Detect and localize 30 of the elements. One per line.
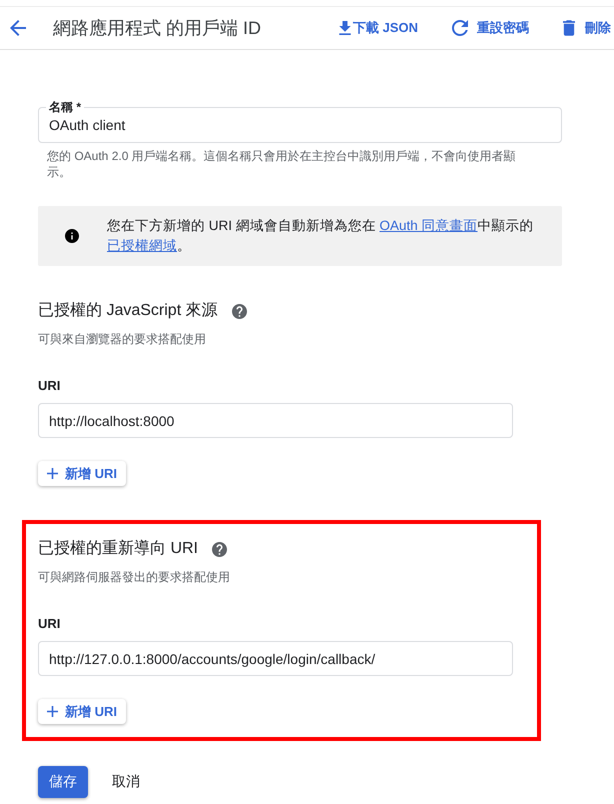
download-icon — [338, 21, 351, 35]
delete-button[interactable]: 刪除 — [563, 19, 611, 37]
text-link[interactable]: OAuth 同意畫面 — [380, 218, 478, 233]
section-subtitle: 可與來自瀏覽器的要求搭配使用 — [38, 331, 206, 347]
plus-icon — [47, 706, 58, 717]
trash-icon — [563, 20, 575, 36]
field-label: URI — [38, 378, 60, 394]
field-label: URI — [38, 616, 60, 632]
cancel-button[interactable]: 取消 — [112, 773, 140, 791]
info-text: 您在下方新增的 URI 網域會自動新增為您在 OAuth 同意畫面中顯示的 已授權網域。 — [107, 217, 535, 255]
back-arrow-icon[interactable] — [10, 20, 26, 36]
text-link[interactable]: 已授權網域 — [107, 238, 177, 253]
refresh-icon — [452, 20, 468, 36]
uri-field[interactable]: http://127.0.0.1:8000/accounts/google/login/callback/ — [38, 641, 513, 676]
add-uri-button[interactable]: 新增 URI — [38, 461, 126, 486]
section-title: 已授權的重新導向 URI — [38, 538, 198, 559]
reset-secret-button[interactable]: 重設密碼 — [452, 19, 529, 37]
page-title: 網路應用程式 的用戶端 ID — [53, 17, 262, 40]
add-uri-button[interactable]: 新增 URI — [38, 699, 126, 724]
helper-text: 您的 OAuth 2.0 用戶端名稱。這個名稱只會用於在主控台中識別用戶端，不會向使用者顯示。 — [47, 148, 517, 180]
plus-icon — [47, 468, 58, 479]
info-icon — [65, 229, 79, 243]
save-button[interactable]: 儲存 — [38, 766, 88, 798]
download-button[interactable]: 下載 JSON — [338, 19, 418, 37]
field-label: 名稱 * — [46, 100, 84, 114]
section-subtitle: 可與網路伺服器發出的要求搭配使用 — [38, 569, 230, 585]
help-icon[interactable] — [232, 304, 247, 318]
help-icon[interactable] — [212, 542, 227, 556]
section-title: 已授權的 JavaScript 來源 — [38, 300, 218, 321]
uri-field[interactable]: http://localhost:8000 — [38, 403, 513, 438]
